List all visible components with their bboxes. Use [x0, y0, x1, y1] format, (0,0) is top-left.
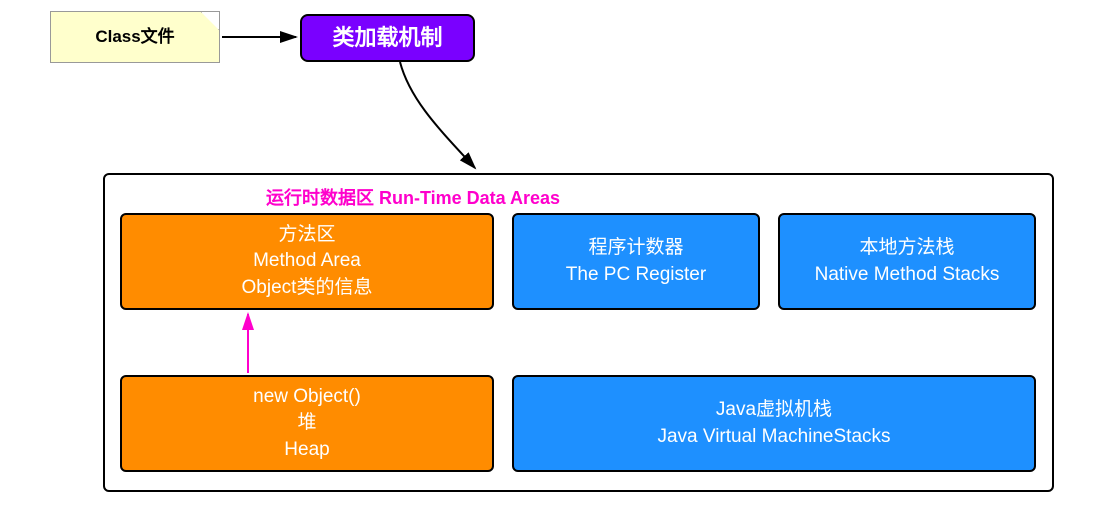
native-stacks-box: 本地方法栈 Native Method Stacks — [778, 213, 1036, 310]
arrow-classloading-to-runtime — [400, 62, 475, 168]
heap-line1: new Object() — [253, 384, 361, 411]
heap-box: new Object() 堆 Heap — [120, 375, 494, 472]
heap-line3: Heap — [253, 437, 361, 464]
class-file-label: Class文件 — [95, 25, 174, 49]
jvm-stacks-line1: Java虚拟机栈 — [657, 397, 890, 424]
method-area-box: 方法区 Method Area Object类的信息 — [120, 213, 494, 310]
class-loading-box: 类加载机制 — [300, 14, 475, 62]
heap-line2: 堆 — [253, 410, 361, 437]
class-loading-label: 类加载机制 — [332, 23, 442, 54]
container-title-text: 运行时数据区 Run-Time Data Areas — [266, 188, 560, 208]
jvm-stacks-line2: Java Virtual MachineStacks — [657, 424, 890, 451]
native-stacks-line2: Native Method Stacks — [815, 262, 1000, 289]
method-area-line2: Method Area — [242, 248, 373, 275]
pc-register-line2: The PC Register — [566, 262, 706, 289]
note-fold-icon — [201, 12, 219, 30]
method-area-line1: 方法区 — [242, 222, 373, 249]
pc-register-line1: 程序计数器 — [566, 235, 706, 262]
method-area-line3: Object类的信息 — [242, 275, 373, 302]
jvm-stacks-box: Java虚拟机栈 Java Virtual MachineStacks — [512, 375, 1036, 472]
class-file-note: Class文件 — [50, 11, 220, 63]
native-stacks-line1: 本地方法栈 — [815, 235, 1000, 262]
runtime-data-areas-title: 运行时数据区 Run-Time Data Areas — [266, 184, 560, 210]
pc-register-box: 程序计数器 The PC Register — [512, 213, 760, 310]
